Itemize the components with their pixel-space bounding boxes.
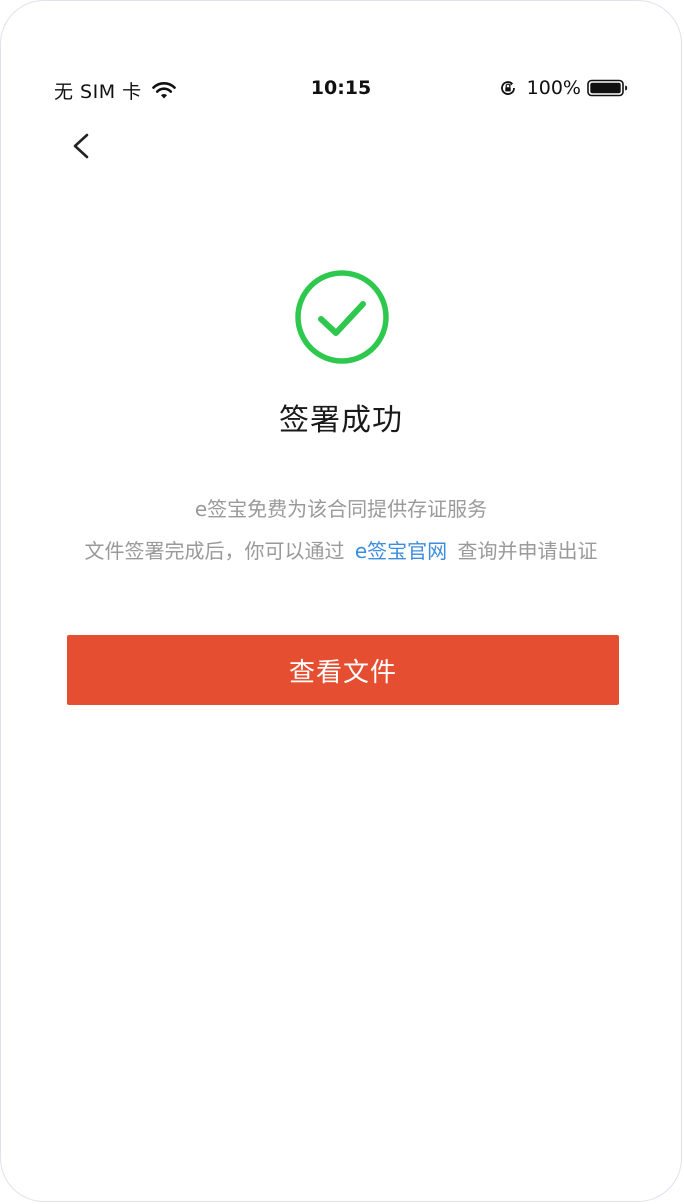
page-title: 签署成功 bbox=[279, 403, 403, 438]
description-prefix: 文件签署完成后，你可以通过 bbox=[84, 539, 345, 563]
status-right: 100% bbox=[499, 77, 629, 99]
battery-percent: 100% bbox=[526, 77, 581, 99]
battery-icon bbox=[587, 79, 629, 97]
rotation-lock-icon bbox=[499, 79, 517, 97]
status-bar: 无 SIM 卡 10:15 100% bbox=[1, 73, 681, 107]
description-suffix: 查询并申请出证 bbox=[457, 539, 598, 563]
back-button[interactable] bbox=[63, 125, 103, 167]
phone-screen: 无 SIM 卡 10:15 100% 签署成功 e签宝免费为该合同提供存证服务 … bbox=[0, 0, 682, 1202]
esign-website-link[interactable]: e签宝官网 bbox=[355, 539, 447, 563]
chevron-left-icon bbox=[63, 133, 103, 171]
description-line-1: e签宝免费为该合同提供存证服务 bbox=[194, 497, 488, 521]
view-file-button[interactable]: 查看文件 bbox=[67, 635, 619, 705]
description-line-2: 文件签署完成后，你可以通过 e签宝官网 查询并申请出证 bbox=[1, 535, 681, 564]
check-circle-icon bbox=[294, 269, 390, 365]
